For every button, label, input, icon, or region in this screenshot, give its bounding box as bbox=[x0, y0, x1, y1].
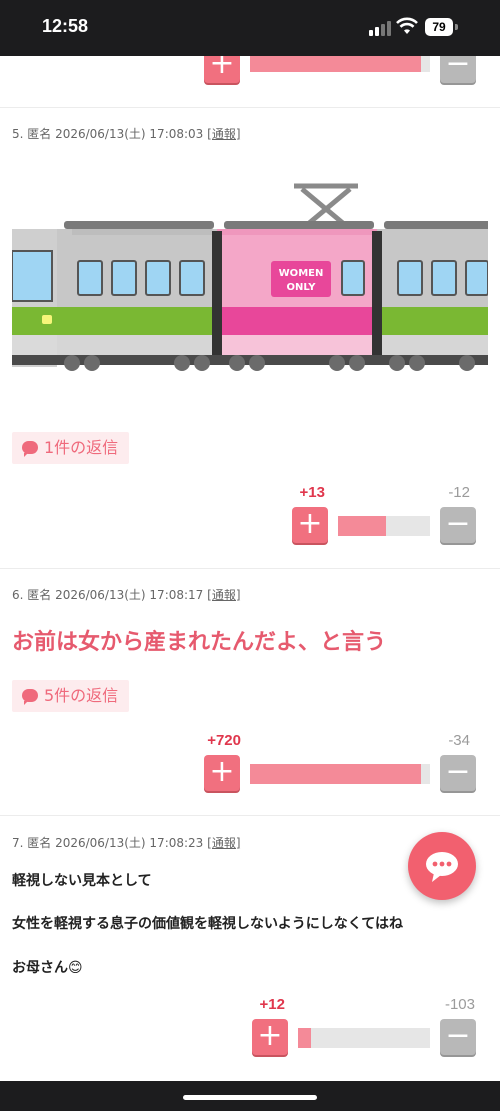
minus-vote-button[interactable]: − bbox=[440, 56, 476, 83]
status-time: 12:58 bbox=[42, 16, 89, 36]
minus-vote-button[interactable]: − bbox=[440, 755, 476, 791]
divider bbox=[0, 107, 500, 108]
post-body-line: 女性を軽視する息子の価値観を軽視しないようにしなくてはね bbox=[12, 916, 404, 932]
battery-icon: 79 bbox=[425, 18, 453, 36]
plus-vote-count: +13 bbox=[299, 484, 325, 501]
reply-count-button[interactable]: 5件の返信 bbox=[12, 680, 130, 712]
vote-ratio-fill bbox=[298, 1028, 312, 1048]
minus-vote-count: -34 bbox=[448, 732, 470, 749]
minus-vote-count: -103 bbox=[444, 996, 475, 1013]
vote-ratio-bar bbox=[298, 1028, 430, 1048]
minus-vote-button[interactable]: − bbox=[440, 507, 476, 543]
plus-vote-count: +720 bbox=[207, 732, 241, 749]
vote-ratio-bar bbox=[338, 516, 430, 536]
post-meta: 5. 匿名 2026/06/13(土) 17:08:03 [通報] bbox=[12, 125, 241, 142]
minus-vote-count: -12 bbox=[448, 484, 470, 501]
post-body-line: お母さん😊 bbox=[12, 960, 83, 976]
post-meta: 7. 匿名 2026/06/13(土) 17:08:23 [通報] bbox=[12, 834, 241, 851]
plus-vote-count: +12 bbox=[259, 996, 285, 1013]
plus-vote-button[interactable]: + bbox=[204, 56, 240, 83]
chat-bubble-icon bbox=[426, 852, 458, 882]
train-sign-line1: WOMEN bbox=[279, 268, 324, 279]
vote-ratio-bar bbox=[250, 56, 430, 72]
plus-vote-button[interactable]: + bbox=[292, 507, 328, 543]
post-meta: 6. 匿名 2026/06/13(土) 17:08:17 [通報] bbox=[12, 586, 241, 603]
post-body-line: 軽視しない見本として bbox=[12, 873, 152, 889]
train-sign-line2: ONLY bbox=[287, 282, 317, 293]
comment-list: + − 5. 匿名 2026/06/13(土) 17:08:03 [通報] WO… bbox=[0, 56, 500, 1081]
vote-ratio-bar bbox=[250, 764, 430, 784]
vote-ratio-fill bbox=[250, 56, 421, 72]
plus-vote-button[interactable]: + bbox=[204, 755, 240, 791]
home-indicator[interactable] bbox=[183, 1095, 317, 1100]
wifi-icon bbox=[396, 17, 418, 34]
report-link[interactable]: [通報] bbox=[207, 836, 240, 850]
reply-count-button[interactable]: 1件の返信 bbox=[12, 432, 130, 464]
reply-count-label: 1件の返信 bbox=[44, 438, 119, 457]
vote-ratio-fill bbox=[338, 516, 386, 536]
post-meta-text: 5. 匿名 2026/06/13(土) 17:08:03 bbox=[12, 127, 204, 141]
train-image: WOMEN ONLY bbox=[12, 183, 488, 371]
report-link[interactable]: [通報] bbox=[207, 588, 240, 602]
comment-bubble-icon bbox=[22, 441, 38, 457]
divider bbox=[0, 568, 500, 569]
report-link[interactable]: [通報] bbox=[207, 127, 240, 141]
post-meta-text: 6. 匿名 2026/06/13(土) 17:08:17 bbox=[12, 588, 204, 602]
vote-ratio-fill bbox=[250, 764, 421, 784]
divider bbox=[0, 815, 500, 816]
reply-count-label: 5件の返信 bbox=[44, 686, 119, 705]
comment-bubble-icon bbox=[22, 689, 38, 705]
plus-vote-button[interactable]: + bbox=[252, 1019, 288, 1055]
home-indicator-area bbox=[0, 1081, 500, 1111]
battery-tip bbox=[455, 24, 458, 30]
signal-icon bbox=[369, 20, 391, 36]
minus-vote-button[interactable]: − bbox=[440, 1019, 476, 1055]
status-bar: 12:58 79 bbox=[0, 0, 500, 56]
post-meta-text: 7. 匿名 2026/06/13(土) 17:08:23 bbox=[12, 836, 204, 850]
post-body-headline: お前は女から産まれたんだよ、と言う bbox=[12, 630, 387, 655]
chat-fab-button[interactable] bbox=[408, 832, 476, 900]
